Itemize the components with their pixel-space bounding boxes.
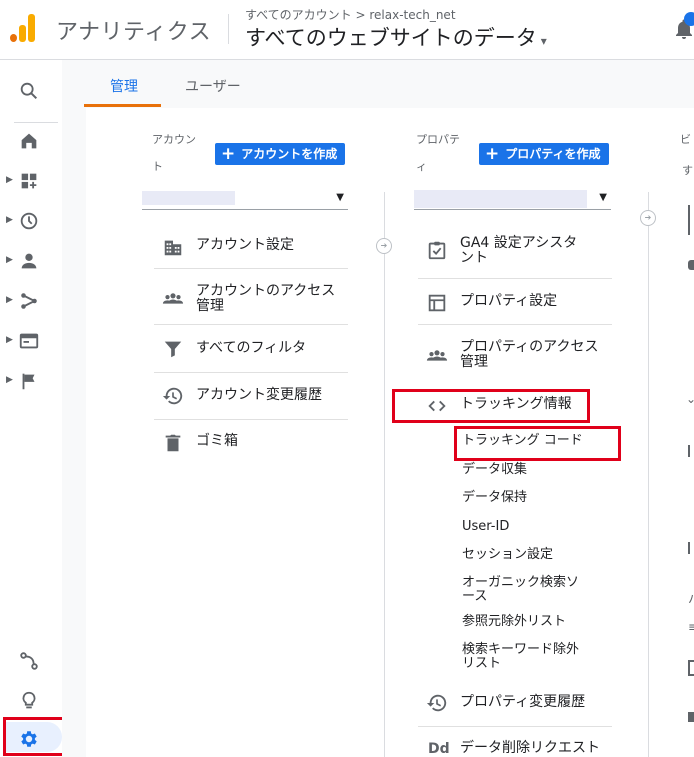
header-divider	[228, 14, 229, 44]
audience-person-icon[interactable]	[18, 250, 40, 272]
chevron-down-icon: ⌄	[686, 392, 694, 406]
view-selector-value[interactable]: す	[682, 158, 693, 184]
top-bar: アナリティクス すべてのアカウント > relax-tech_net すべてのウ…	[0, 0, 694, 60]
tracking-code-highlight-box	[454, 426, 621, 461]
chevron-down-icon: ▾	[540, 34, 547, 48]
nav-separator	[14, 122, 58, 123]
building-icon	[162, 236, 184, 258]
account-change-history-link[interactable]: アカウント変更履歴	[196, 388, 322, 403]
analytics-logo-icon[interactable]	[10, 14, 38, 42]
account-selector-value	[142, 191, 235, 205]
property-change-history-link[interactable]: プロパティ変更履歴	[460, 695, 585, 710]
account-column-label-1: アカウン	[152, 133, 196, 146]
account-column-label-2: ト	[152, 160, 163, 173]
property-selector-value	[414, 190, 587, 208]
expand-arrow-icon[interactable]: ▶	[6, 335, 13, 345]
expand-arrow-icon[interactable]: ▶	[6, 255, 13, 265]
column-divider	[648, 192, 649, 757]
view-item-icon	[688, 260, 694, 270]
session-settings-link[interactable]: セッション設定	[462, 548, 553, 562]
history-icon	[162, 385, 184, 407]
people-icon	[162, 288, 184, 310]
view-item-icon	[688, 542, 694, 554]
expand-arrow-icon[interactable]: ▶	[6, 375, 13, 385]
row-divider	[418, 278, 612, 279]
data-retention-link[interactable]: データ保持	[462, 491, 527, 505]
account-access-management-link[interactable]: アカウントのアクセス管理	[196, 284, 336, 314]
history-icon	[426, 692, 448, 714]
tab-admin[interactable]: 管理	[110, 76, 138, 96]
notification-bell-icon[interactable]	[674, 12, 694, 40]
checklist-icon	[426, 239, 448, 261]
attribution-icon[interactable]	[18, 650, 40, 672]
property-settings-link[interactable]: プロパティ設定	[460, 294, 557, 309]
row-divider	[154, 372, 348, 373]
expand-arrow-icon[interactable]: ▶	[6, 215, 13, 225]
notification-badge	[684, 12, 694, 26]
create-property-label: プロパティを作成	[505, 147, 601, 161]
property-selector[interactable]: ▼	[414, 188, 611, 210]
conversions-flag-icon[interactable]	[18, 370, 40, 392]
all-filters-link[interactable]: すべてのフィルタ	[196, 341, 306, 356]
view-column-label: ビ	[680, 133, 691, 146]
create-property-button[interactable]: + プロパティを作成	[479, 143, 609, 165]
property-title: すべてのウェブサイトのデータ	[245, 26, 537, 50]
expand-arrow-icon[interactable]: ▶	[6, 175, 13, 185]
view-item-icon: ハ	[688, 590, 694, 607]
create-account-label: アカウントを作成	[241, 147, 338, 161]
side-nav: ▶ ▶ ▶ ▶ ▶ ▶	[0, 60, 62, 757]
ga4-setup-assistant-link[interactable]: GA4 設定アシスタント	[460, 236, 586, 266]
search-term-exclusion-list-link[interactable]: 検索キーワード除外リスト	[462, 643, 586, 671]
realtime-clock-icon[interactable]	[18, 210, 40, 232]
arrow-right-circle-icon: ➔	[376, 238, 392, 254]
row-divider	[154, 419, 348, 420]
trash-icon	[162, 432, 184, 454]
create-account-button[interactable]: + アカウントを作成	[215, 143, 346, 165]
breadcrumb[interactable]: すべてのアカウント > relax-tech_net	[245, 6, 456, 23]
acquisition-icon[interactable]	[18, 290, 40, 312]
row-divider	[154, 324, 348, 325]
arrow-right-circle-icon: ➔	[640, 210, 656, 226]
dropdown-arrow-icon: ▼	[599, 192, 607, 203]
property-access-management-link[interactable]: プロパティのアクセス管理	[460, 340, 600, 370]
lightbulb-icon[interactable]	[18, 690, 40, 712]
search-icon[interactable]	[18, 80, 40, 102]
referral-exclusion-list-link[interactable]: 参照元除外リスト	[462, 615, 566, 629]
app-title: アナリティクス	[56, 20, 212, 45]
admin-tabs: 管理 ユーザー	[62, 60, 694, 108]
filter-icon	[162, 338, 184, 360]
view-item-icon	[688, 445, 694, 457]
plus-icon: +	[485, 144, 500, 164]
row-divider	[418, 726, 612, 727]
dd-icon: Dd	[428, 741, 450, 757]
view-item-icon	[688, 205, 694, 235]
view-item-icon	[688, 660, 694, 676]
trash-link[interactable]: ゴミ箱	[196, 434, 238, 449]
expand-arrow-icon[interactable]: ▶	[6, 295, 13, 305]
property-selector[interactable]: すべてのウェブサイトのデータ ▾	[245, 22, 547, 52]
property-column-label-1: プロパテ	[416, 133, 460, 146]
column-divider	[384, 192, 385, 757]
tab-user[interactable]: ユーザー	[185, 76, 241, 96]
dropdown-arrow-icon: ▼	[336, 192, 344, 203]
row-divider	[154, 268, 348, 269]
row-divider	[418, 324, 612, 325]
account-settings-link[interactable]: アカウント設定	[196, 238, 294, 253]
data-deletion-requests-link[interactable]: データ削除リクエスト	[460, 741, 600, 756]
customization-icon[interactable]	[18, 170, 40, 192]
active-tab-indicator	[84, 104, 161, 107]
property-column-label-2: ィ	[416, 160, 427, 173]
people-icon	[426, 345, 448, 367]
data-collection-link[interactable]: データ収集	[462, 463, 527, 477]
plus-icon: +	[221, 144, 236, 164]
layout-icon	[426, 292, 448, 314]
account-selector[interactable]: ▼	[142, 188, 348, 210]
organic-search-sources-link[interactable]: オーガニック検索ソース	[462, 576, 586, 604]
user-id-link[interactable]: User-ID	[462, 520, 509, 534]
home-icon[interactable]	[18, 130, 40, 152]
tracking-info-highlight-box	[392, 389, 590, 423]
behavior-icon[interactable]	[18, 330, 40, 352]
view-item-icon: ≡	[688, 620, 694, 634]
view-item-icon	[688, 712, 694, 722]
